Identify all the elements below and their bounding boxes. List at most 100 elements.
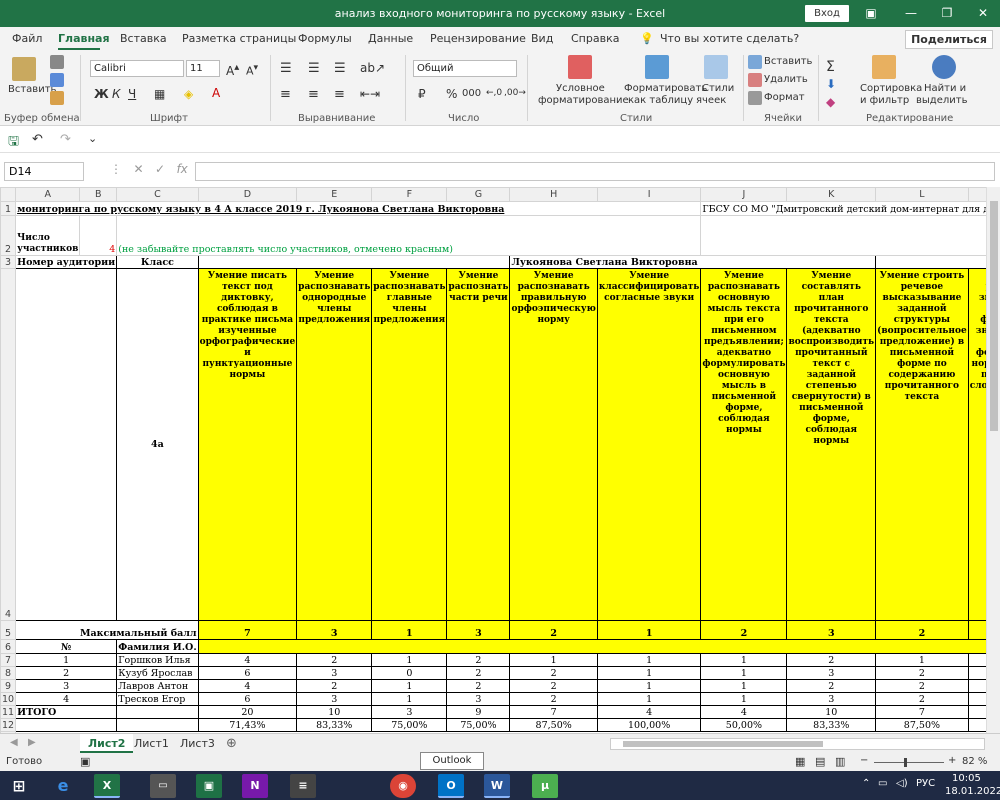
undo-icon[interactable]: ↶ [32, 132, 43, 147]
max-point-cell[interactable]: 7 [197, 620, 298, 640]
cell-participants-label[interactable]: Число участников [15, 215, 81, 256]
decrease-decimal-icon[interactable]: ,00→ [504, 88, 526, 98]
fill-icon[interactable]: ⬇ [826, 77, 836, 91]
empty-cell[interactable] [197, 255, 511, 269]
percent-icon[interactable]: % [446, 87, 457, 101]
tab-page-layout[interactable]: Разметка страницы [182, 32, 296, 45]
tab-insert[interactable]: Вставка [120, 32, 167, 45]
skill-header[interactable]: Умение распознавать основную мысль текст… [700, 268, 788, 621]
table-row[interactable]: 71Горшков Илья421211121111320225383 [0, 653, 1000, 667]
formula-buttons[interactable]: ⋮ ✕ ✓ fx [110, 162, 188, 176]
score-cell[interactable]: 1 [371, 653, 448, 667]
empty-cell[interactable] [875, 255, 1000, 269]
column-header-c[interactable]: C [116, 187, 199, 202]
skill-header[interactable]: Умение распознавать однородные члены пре… [296, 268, 373, 621]
cell-room-number[interactable]: Номер аудитории [15, 255, 118, 269]
skill-header[interactable]: Умение классифицировать согласные звуки [596, 268, 702, 621]
score-cell[interactable]: 2 [786, 653, 877, 667]
percent-cell[interactable]: 87,50% [509, 718, 598, 732]
table-format-label-2[interactable]: как таблицу [628, 95, 693, 106]
skill-header[interactable]: Умение распознавать правильную орфоэпиче… [509, 268, 598, 621]
score-cell[interactable]: 2 [509, 692, 598, 706]
font-name-select[interactable]: Calibri [90, 60, 184, 77]
score-cell[interactable]: 1 [700, 653, 788, 667]
empty-cell[interactable] [116, 705, 199, 719]
vertical-scroll-thumb[interactable] [990, 201, 998, 431]
itogo-cell[interactable]: 10 [296, 705, 373, 719]
percent-cell[interactable]: 83,33% [296, 718, 373, 732]
score-cell[interactable]: 1 [700, 692, 788, 706]
delete-cells-label[interactable]: Удалить [764, 74, 808, 85]
score-cell[interactable]: 4 [197, 679, 298, 693]
tray-time[interactable]: 10:05 [952, 773, 981, 784]
empty-cell[interactable] [15, 718, 118, 732]
score-cell[interactable]: 1 [371, 692, 448, 706]
find-label-1[interactable]: Найти и [924, 83, 966, 94]
bold-icon[interactable]: Ж [94, 87, 109, 101]
insert-cells-label[interactable]: Вставить [764, 56, 812, 67]
score-cell[interactable]: 1 [596, 692, 702, 706]
percent-cell[interactable]: 87,50% [875, 718, 969, 732]
student-name[interactable]: Горшков Илья [116, 653, 199, 667]
empty-cell[interactable] [15, 268, 118, 621]
page-break-view-icon[interactable]: ▥ [835, 755, 845, 768]
cond-format-label-1[interactable]: Условное [556, 83, 605, 94]
find-select-icon[interactable] [932, 55, 956, 79]
explorer-icon[interactable]: ▭ [150, 774, 176, 798]
student-name[interactable]: Кузуб Ярослав [116, 666, 199, 680]
column-header-l[interactable]: L [875, 187, 969, 202]
cell-class-value[interactable]: 4а [116, 268, 199, 621]
student-number[interactable]: 2 [15, 666, 118, 680]
percent-cell[interactable]: 83,33% [786, 718, 877, 732]
row-header[interactable]: 1 [0, 201, 17, 216]
conditional-format-icon[interactable] [568, 55, 592, 79]
zoom-slider-thumb[interactable] [904, 758, 907, 767]
column-header-b[interactable]: B [79, 187, 118, 202]
format-cells-label[interactable]: Формат [764, 92, 805, 103]
score-cell[interactable]: 2 [875, 692, 969, 706]
tray-up-icon[interactable]: ⌃ [862, 778, 870, 789]
copy-icon[interactable] [50, 73, 64, 87]
italic-icon[interactable]: К [112, 87, 121, 101]
score-cell[interactable]: 2 [875, 679, 969, 693]
column-header-d[interactable]: D [197, 187, 298, 202]
store-icon[interactable]: ▣ [196, 774, 222, 798]
onenote-icon[interactable]: N [242, 774, 268, 798]
student-number[interactable]: 3 [15, 679, 118, 693]
row-header[interactable]: 10 [0, 692, 17, 706]
tab-help[interactable]: Справка [571, 32, 619, 45]
align-top-icon[interactable]: ☰ [280, 61, 292, 76]
score-cell[interactable]: 1 [596, 666, 702, 680]
column-header-f[interactable]: F [371, 187, 448, 202]
cell-title[interactable]: мониторинга по русскому языку в 4 А клас… [15, 201, 702, 216]
insert-cells-icon[interactable] [748, 55, 762, 69]
column-header-e[interactable]: E [296, 187, 373, 202]
max-point-cell[interactable]: 3 [446, 620, 511, 640]
grow-font-icon[interactable]: A▴ [226, 62, 239, 78]
score-cell[interactable]: 1 [509, 653, 598, 667]
itogo-cell[interactable]: 4 [596, 705, 702, 719]
score-cell[interactable]: 2 [296, 679, 373, 693]
skill-header[interactable]: Умение строить речевое высказывание зада… [875, 268, 969, 621]
tell-me-input[interactable]: Что вы хотите сделать? [660, 32, 799, 45]
formula-input[interactable] [195, 162, 995, 181]
macro-record-icon[interactable]: ▣ [80, 755, 90, 768]
cell-participants-value[interactable]: 4 [79, 215, 118, 256]
cell-teacher[interactable]: Лукоянова Светлана Викторовна [509, 255, 877, 269]
score-cell[interactable]: 2 [446, 679, 511, 693]
score-cell[interactable]: 6 [197, 666, 298, 680]
vertical-scrollbar[interactable] [986, 187, 1000, 733]
max-point-cell[interactable]: 3 [786, 620, 877, 640]
score-cell[interactable]: 1 [596, 679, 702, 693]
max-point-cell[interactable]: 2 [509, 620, 598, 640]
close-icon[interactable]: ✕ [972, 3, 994, 23]
cell-styles-label-1[interactable]: Стили [702, 83, 734, 94]
align-middle-icon[interactable]: ☰ [308, 61, 320, 76]
percent-cell[interactable]: 71,43% [197, 718, 298, 732]
name-box[interactable]: D14 [4, 162, 84, 181]
skill-header[interactable]: Умение распознавать главные члены предло… [371, 268, 448, 621]
table-row[interactable]: 93Лавров Антон421221122111320227384 [0, 679, 1000, 693]
score-cell[interactable]: 2 [509, 679, 598, 693]
cond-format-label-2[interactable]: форматирование [538, 95, 629, 106]
empty-cell[interactable] [700, 215, 1000, 256]
